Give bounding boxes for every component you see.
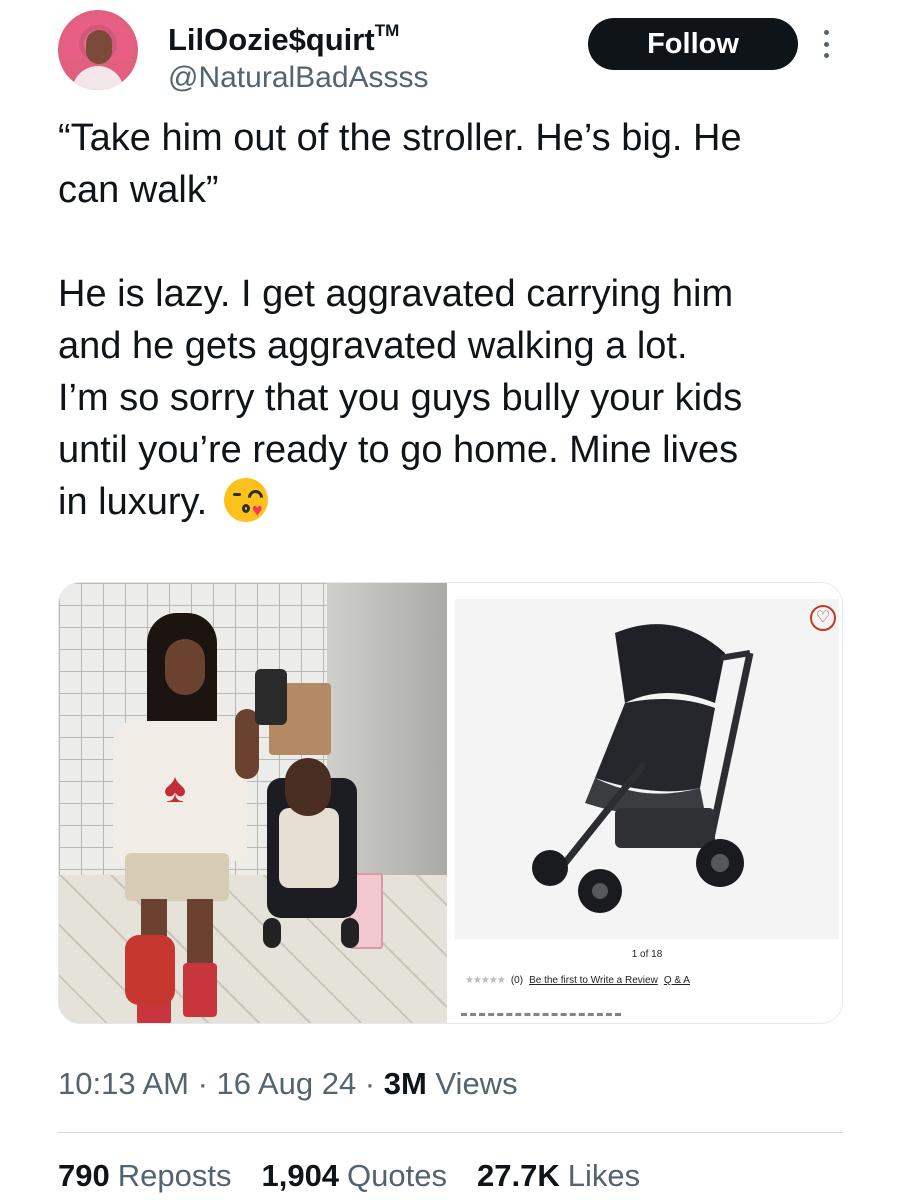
dot: [823, 30, 829, 35]
separator: ·: [188, 1066, 217, 1101]
divider: [58, 1132, 843, 1133]
tweet-line: and he gets aggravated walking a lot.: [58, 325, 688, 367]
user-handle[interactable]: @NaturalBadAssss: [168, 59, 429, 97]
tweet-line-text: in luxury.: [58, 481, 208, 523]
tweet-date[interactable]: 16 Aug 24: [217, 1066, 357, 1101]
phone-icon: [255, 669, 287, 725]
views-count: 3M: [383, 1066, 427, 1101]
stroller-wheel: [341, 918, 359, 948]
review-count: (0): [510, 975, 524, 986]
engagement-stats: 790 Reposts 1,904 Quotes 27.7K Likes: [58, 1158, 640, 1194]
avatar-face: [86, 30, 112, 64]
stroller-seat: [595, 699, 715, 792]
tweet-line: He is lazy. I get aggravated carrying hi…: [58, 273, 734, 315]
dot: [823, 41, 829, 47]
quotes-label: Quotes: [347, 1158, 447, 1193]
stroller-wheel: [263, 918, 281, 948]
views-label: Views: [426, 1066, 518, 1101]
stroller-basket: [615, 808, 715, 848]
tweet-header: LilOozie$quirtTM @NaturalBadAssss Follow: [58, 10, 848, 94]
more-vertical-icon[interactable]: [814, 24, 838, 64]
red-boot: [183, 963, 217, 1017]
review-row: ★★★★★ (0) Be the first to Write a Review…: [465, 975, 842, 986]
woman-leg: [187, 899, 213, 969]
reposts-label: Reposts: [117, 1158, 232, 1193]
separator: ·: [356, 1066, 384, 1101]
avatar-shirt: [72, 66, 124, 90]
image-pager: 1 of 18: [631, 949, 663, 960]
media-photo-selfie[interactable]: ♠: [59, 583, 447, 1023]
heart-outline-icon[interactable]: ♡: [810, 605, 836, 631]
emoji-lips: [241, 504, 250, 513]
tweet-time[interactable]: 10:13 AM: [58, 1066, 189, 1101]
tweet-text: “Take him out of the stroller. He’s big.…: [58, 112, 848, 528]
rating-stars: ★★★★★: [465, 975, 506, 986]
tweet-line: I’m so sorry that you guys bully your ki…: [58, 377, 743, 419]
dot: [823, 53, 829, 58]
reposts-stat[interactable]: 790 Reposts: [58, 1158, 231, 1194]
kissing-face-with-heart-emoji: ♥: [223, 478, 268, 522]
tweet-line: “Take him out of the stroller. He’s big.…: [58, 117, 742, 159]
reposts-count: 790: [58, 1158, 110, 1193]
media-grid[interactable]: ♠ ♡ 1 of 18 ★★★★★ (0) Be the first to Wr…: [58, 582, 843, 1024]
child-in-stroller: [259, 758, 369, 958]
stroller-product-image: [532, 624, 754, 913]
cut-off-text: [461, 1013, 621, 1019]
tweet-meta: 10:13 AM · 16 Aug 24 · 3M Views: [58, 1066, 518, 1102]
likes-stat[interactable]: 27.7K Likes: [477, 1158, 640, 1194]
author-names: LilOozie$quirtTM @NaturalBadAssss: [168, 12, 429, 97]
display-name[interactable]: LilOozie$quirtTM: [168, 12, 429, 59]
user-avatar[interactable]: [58, 10, 138, 90]
quotes-stat[interactable]: 1,904 Quotes: [261, 1158, 447, 1194]
woman-shorts: [125, 853, 229, 901]
follow-button[interactable]: Follow: [588, 18, 798, 70]
woman-face: [165, 639, 205, 695]
tweet-line: until you’re ready to go home. Mine live…: [58, 429, 739, 471]
stroller-wheel: [532, 850, 568, 886]
stroller-canopy: [615, 624, 725, 703]
woman-figure: ♠: [107, 613, 287, 1023]
likes-count: 27.7K: [477, 1158, 560, 1193]
display-name-text[interactable]: LilOozie$quirt: [168, 22, 375, 57]
quotes-count: 1,904: [261, 1158, 340, 1193]
media-photo-product[interactable]: ♡ 1 of 18 ★★★★★ (0) Be the first to Writ…: [455, 583, 842, 1023]
tweet-line: can walk”: [58, 169, 219, 211]
wheel-hub: [592, 883, 608, 899]
wheel-hub: [711, 854, 729, 872]
bunny-logo-icon: ♠: [163, 764, 187, 811]
child-body: [279, 808, 339, 888]
tweet-line-last: in luxury. ♥: [58, 476, 848, 528]
write-review-link[interactable]: Be the first to Write a Review: [529, 975, 658, 986]
likes-label: Likes: [567, 1158, 641, 1193]
red-handbag: [125, 935, 175, 1005]
trademark-mark: TM: [374, 21, 400, 40]
child-head: [285, 758, 331, 816]
emoji-heart: ♥: [251, 500, 263, 520]
qa-link[interactable]: Q & A: [664, 975, 690, 986]
